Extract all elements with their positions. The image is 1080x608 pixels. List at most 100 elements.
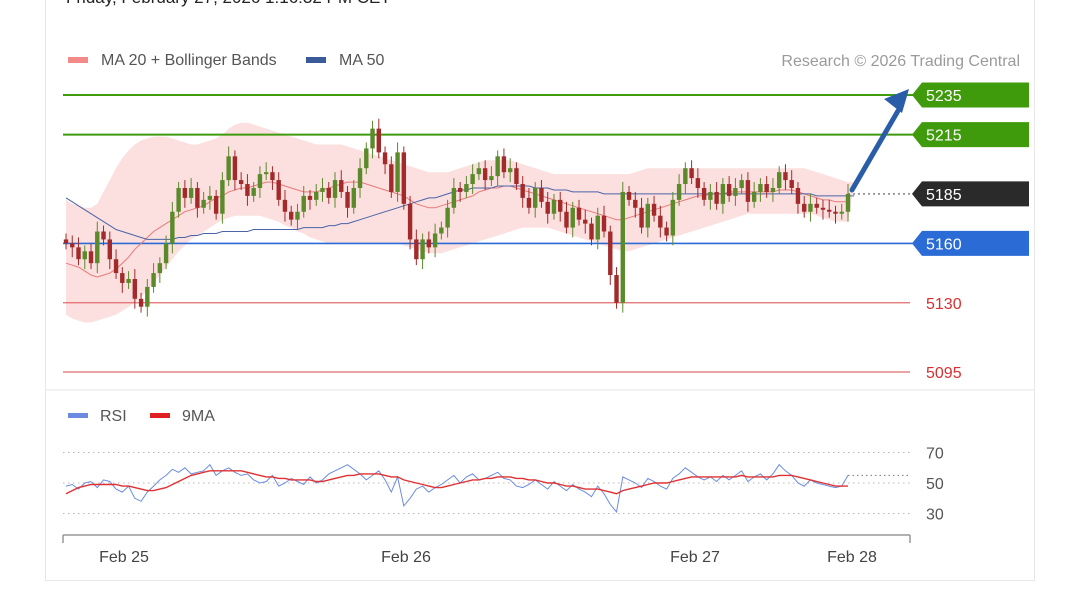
candle-body — [376, 128, 381, 153]
level-label-5130: 5130 — [926, 296, 962, 313]
candle-body — [182, 187, 188, 198]
candle-body — [620, 191, 625, 303]
candle-body — [614, 275, 619, 303]
rsi-legend-swatch — [68, 413, 88, 418]
rsi-tick-70: 70 — [926, 446, 944, 463]
candle-body — [420, 239, 425, 260]
candle-body — [533, 187, 538, 208]
candle-body — [70, 243, 75, 248]
rsi-tick-50: 50 — [926, 476, 944, 493]
rsi-panel: 70 50 30 — [63, 446, 944, 524]
candle-body — [263, 172, 269, 175]
candle-body — [664, 227, 669, 236]
candle-body — [495, 156, 500, 177]
candle-body — [401, 152, 407, 204]
candle-body — [676, 184, 682, 200]
candle-body — [120, 273, 125, 283]
ma9-legend-label: 9MA — [182, 408, 215, 425]
candle-body — [564, 211, 569, 228]
target-arrow-layer — [849, 89, 909, 193]
candle-body — [501, 156, 507, 173]
ma20-legend-label: MA 20 + Bollinger Bands — [101, 52, 277, 69]
candle-body — [827, 209, 832, 212]
candle-body — [608, 231, 613, 276]
candle-body — [195, 187, 200, 208]
candle-body — [720, 184, 726, 204]
candle-body — [758, 184, 763, 192]
level-label-5215: 5215 — [926, 128, 962, 145]
candle-body — [570, 207, 575, 228]
candle-body — [482, 168, 488, 181]
candle-body — [658, 215, 663, 228]
candle-body — [432, 233, 438, 248]
bollinger-band — [66, 122, 855, 323]
candle-body — [795, 187, 801, 204]
candle-body — [138, 298, 144, 307]
candle-body — [639, 207, 644, 228]
candle-body — [576, 207, 582, 220]
candle-body — [132, 279, 138, 299]
candle-body — [507, 168, 513, 173]
candle-body — [626, 191, 632, 200]
candle-body — [226, 156, 231, 181]
candle-body — [201, 199, 206, 208]
candle-body — [251, 187, 256, 196]
candle-body — [476, 168, 482, 175]
candle-body — [464, 184, 469, 192]
candle-body — [764, 184, 769, 192]
candle-body — [351, 187, 356, 208]
candle-body — [670, 199, 676, 236]
target-arrow-shaft — [849, 108, 901, 193]
candle-body — [770, 187, 776, 192]
level-label-5185: 5185 — [926, 187, 962, 204]
candle-body — [520, 184, 525, 198]
time-tick-feb-25: Feb 25 — [99, 549, 149, 566]
candle-body — [345, 191, 350, 208]
time-tick-feb-26: Feb 26 — [381, 549, 431, 566]
candle-body — [514, 168, 519, 185]
candle-body — [451, 187, 457, 208]
candle-body — [220, 180, 225, 214]
rsi-line — [65, 463, 849, 514]
candle-body — [595, 215, 600, 240]
candle-body — [601, 215, 607, 232]
ma20-legend-swatch — [68, 57, 88, 63]
candle-body — [326, 187, 331, 198]
candle-body — [314, 191, 319, 200]
copyright-label: Research © 2026 Trading Central — [781, 53, 1020, 70]
chart-canvas: MA 20 + Bollinger Bands MA 50 Research ©… — [46, 52, 1034, 566]
time-axis-labels: Feb 25 Feb 26 Feb 27 Feb 28 — [99, 549, 877, 566]
candle-body — [370, 128, 375, 149]
candle-body — [751, 191, 757, 202]
candle-body — [395, 152, 400, 192]
candle-body — [551, 199, 557, 214]
candle-body — [82, 251, 87, 260]
level-label-5095: 5095 — [926, 365, 962, 382]
candle-body — [689, 168, 694, 179]
candle-body — [188, 187, 194, 198]
candle-body — [820, 207, 826, 210]
candle-body — [332, 180, 338, 198]
candle-body — [539, 187, 544, 202]
candle-body — [845, 193, 851, 212]
candle-body — [633, 199, 638, 208]
candle-body — [457, 187, 463, 192]
ma9-legend-swatch — [150, 413, 170, 418]
candle-body — [808, 203, 813, 212]
candle-body — [107, 239, 112, 260]
candle-body — [708, 191, 713, 200]
candle-body — [95, 231, 100, 264]
candle-body — [382, 152, 388, 165]
candle-body — [213, 195, 219, 214]
ma50-legend-swatch — [306, 57, 326, 63]
level-label-5160: 5160 — [926, 236, 962, 253]
candle-body — [833, 211, 838, 214]
candle-body — [489, 176, 494, 181]
rsi-legend-label: RSI — [100, 408, 127, 425]
candle-body — [695, 178, 701, 188]
candle-body — [320, 187, 325, 192]
candle-body — [426, 239, 432, 248]
ma50-legend-label: MA 50 — [339, 52, 384, 69]
candle-body — [733, 187, 738, 196]
candle-body — [683, 168, 688, 185]
